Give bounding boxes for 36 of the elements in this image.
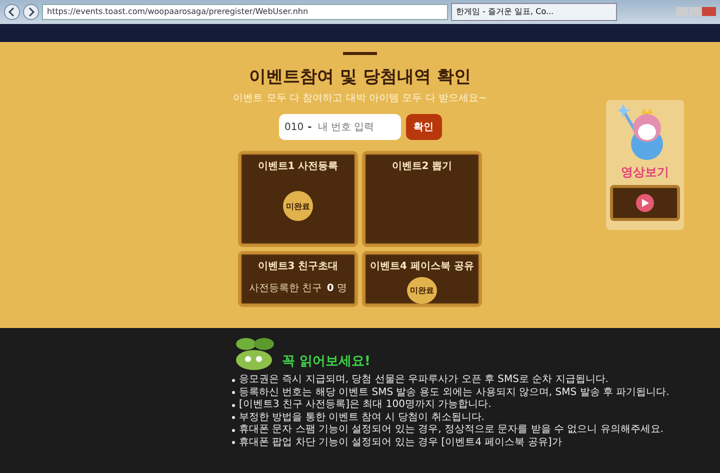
page-title: 이벤트참여 및 당첨내역 확인 xyxy=(249,66,471,88)
bullet-icon xyxy=(232,441,235,444)
address-bar[interactable]: https://events.toast.com/woopaarosaga/preregister/WebUser.nhn xyxy=(42,4,448,20)
watch-video-label: 영상보기 xyxy=(621,164,669,181)
friend-count: 0 xyxy=(326,283,334,294)
confirm-button[interactable]: 확인 xyxy=(406,114,442,140)
phone-prefix: 010 xyxy=(284,122,304,132)
page-subtitle: 이벤트 모두 다 참여하고 대박 아이템 모두 다 받으세요~ xyxy=(233,92,487,105)
event-title: 이벤트1 사전등록 xyxy=(258,160,338,173)
phone-separator: - xyxy=(308,122,312,132)
bullet-icon xyxy=(232,404,235,407)
bullet-icon xyxy=(232,378,235,382)
bullet-icon xyxy=(232,428,235,432)
notice-item: 등록하신 번호는 해당 이벤트 SMS 발송 용도 외에는 사용되지 않으며, SMS 발송 후 파기됩니다. xyxy=(232,386,670,399)
window-controls-icon[interactable] xyxy=(676,7,716,17)
play-button[interactable] xyxy=(636,194,654,212)
status-badge: 미완료 xyxy=(407,277,437,304)
event-title: 이벤트3 친구초대 xyxy=(258,260,338,273)
browser-tab[interactable]: 한게임 - 즐거운 일표, Co... xyxy=(451,3,617,21)
status-badge: 미완료 xyxy=(283,191,313,221)
notice-item: 응모권은 즉시 지급되며, 당첨 선물은 우파루사가 오픈 후 SMS로 순차 지급됩니다. xyxy=(232,374,670,386)
play-icon xyxy=(641,199,649,207)
event-title: 이벤트2 뽑기 xyxy=(392,160,452,173)
phone-input-field[interactable]: 010 - 내 번호 입력 xyxy=(278,114,400,140)
bullet-icon xyxy=(232,416,235,420)
event-title: 이벤트4 페이스북 공유 xyxy=(370,260,474,273)
notice-item: [이벤트3 친구 사전등록]은 최대 100명까지 가능합니다. xyxy=(232,399,670,412)
back-icon[interactable] xyxy=(4,4,20,20)
notice-item: 부정한 방법을 통한 이벤트 참여 시 당첨이 취소됩니다. xyxy=(232,412,670,424)
notice-title: 꼭 읽어보세요! xyxy=(282,353,370,370)
notice-item: 휴대폰 문자 스팸 기능이 설정되어 있는 경우, 정상적으로 문자를 받을 수 없으니 유의해주세요. xyxy=(232,424,670,436)
friend-count-label: 사전등록한 친구 xyxy=(249,282,322,295)
bullet-icon xyxy=(232,391,235,394)
forward-icon[interactable] xyxy=(23,4,39,20)
notice-item: 휴대폰 팝업 차단 기능이 설정되어 있는 경우 [이벤트4 페이스북 공유]가 xyxy=(232,436,670,449)
count-unit: 명 xyxy=(337,283,347,294)
